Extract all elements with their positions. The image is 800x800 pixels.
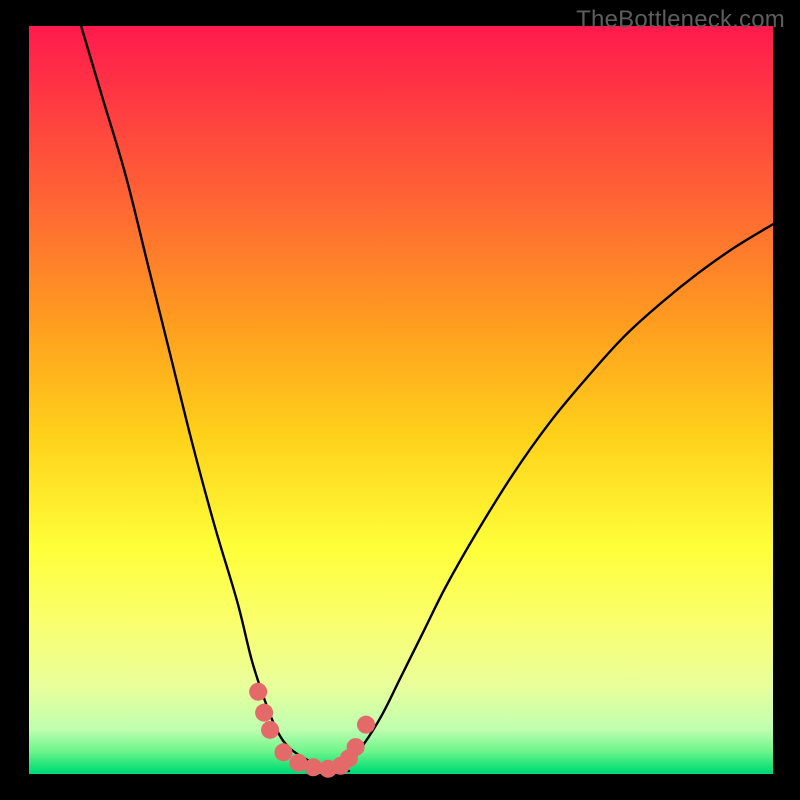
line-layer [81, 26, 773, 771]
plot-svg [29, 26, 773, 774]
data-marker [249, 683, 267, 701]
right-curve [319, 224, 773, 771]
watermark-text: TheBottleneck.com [576, 6, 785, 34]
data-marker [357, 716, 375, 734]
data-marker [261, 721, 279, 739]
data-marker [255, 704, 273, 722]
left-curve [81, 26, 349, 771]
chart-area [29, 26, 773, 774]
data-marker [347, 738, 365, 756]
data-marker [274, 743, 292, 761]
marker-layer [249, 683, 375, 778]
